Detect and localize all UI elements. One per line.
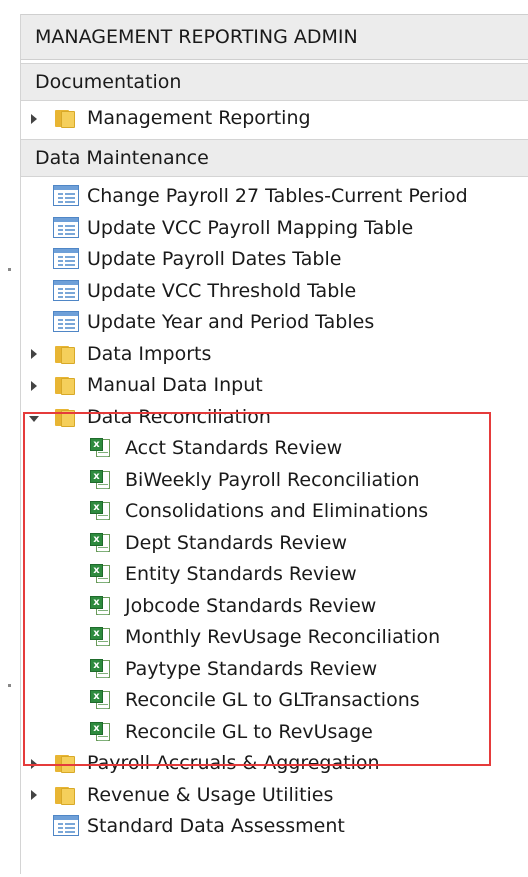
tree-item-label: Update Payroll Dates Table [87, 248, 342, 270]
form-icon [53, 311, 79, 332]
expand-chevron-icon[interactable] [27, 339, 41, 370]
folder-icon [53, 343, 77, 365]
panel-title: MANAGEMENT REPORTING ADMIN [21, 14, 528, 60]
form-icon [53, 248, 79, 269]
tree-item-label: Update VCC Threshold Table [87, 279, 357, 302]
tree-item-label: Change Payroll 27 Tables-Current Period [87, 185, 468, 207]
excel-icon: x [89, 658, 113, 680]
tree-item-label: Reconcile GL to GLTransactions [125, 689, 420, 711]
collapse-chevron-icon[interactable] [27, 402, 41, 433]
form-icon [53, 185, 79, 206]
gutter-tick [8, 268, 11, 271]
expand-chevron-icon[interactable] [27, 370, 41, 401]
tree-item-label: Dept Standards Review [125, 531, 348, 554]
expand-chevron-icon[interactable] [27, 748, 41, 779]
excel-icon: x [89, 437, 113, 459]
excel-icon: x [89, 721, 113, 743]
tree-item-label: Standard Data Assessment [87, 815, 345, 837]
folder-icon [53, 107, 77, 129]
tree-item-label: Jobcode Standards Review [125, 594, 377, 617]
tree-item-label: Data Imports [87, 342, 212, 365]
section-header-data-maintenance[interactable]: Data Maintenance [21, 139, 528, 177]
expand-chevron-icon[interactable] [27, 780, 41, 811]
folder-icon [53, 374, 77, 396]
tree-item-label: Data Reconciliation [87, 405, 271, 428]
folder-icon [53, 406, 77, 428]
excel-icon: x [89, 689, 113, 711]
excel-icon: x [89, 563, 113, 585]
excel-icon: x [89, 532, 113, 554]
tree-item-label: Update VCC Payroll Mapping Table [87, 216, 414, 239]
excel-icon: x [89, 595, 113, 617]
gutter-tick [8, 684, 11, 687]
section-header-documentation[interactable]: Documentation [21, 63, 528, 101]
tree-item-label: Management Reporting [87, 107, 311, 129]
tree-item-label: Payroll Accruals & Aggregation [87, 752, 380, 774]
navigation-panel: MANAGEMENT REPORTING ADMIN Documentation… [20, 14, 528, 874]
documentation-tree: Management Reporting [21, 101, 528, 137]
tree-item-label: BiWeekly Payroll Reconciliation [125, 468, 420, 491]
tree-item-label: Paytype Standards Review [125, 657, 378, 680]
tree-item-label: Monthly RevUsage Reconciliation [125, 626, 441, 648]
form-icon [53, 279, 79, 301]
form-icon [53, 216, 79, 238]
tree-item-label: Revenue & Usage Utilities [87, 783, 334, 806]
form-icon [53, 815, 79, 836]
tree-item-label: Consolidations and Eliminations [125, 500, 429, 522]
tree-item-label: Update Year and Period Tables [87, 311, 375, 333]
tree-item-label: Manual Data Input [87, 374, 263, 396]
excel-icon: x [89, 500, 113, 522]
folder-icon [53, 752, 77, 774]
excel-icon: x [89, 469, 113, 491]
excel-icon: x [89, 626, 113, 648]
folder-icon [53, 784, 77, 806]
data-maintenance-tree: Change Payroll 27 Tables-Current Period U… [21, 177, 528, 877]
tree-item-label: Entity Standards Review [125, 563, 357, 585]
left-gutter [0, 0, 18, 874]
tree-item-label: Reconcile GL to RevUsage [125, 720, 373, 743]
tree-item-label: Acct Standards Review [125, 437, 343, 459]
expand-chevron-icon[interactable] [27, 103, 41, 134]
